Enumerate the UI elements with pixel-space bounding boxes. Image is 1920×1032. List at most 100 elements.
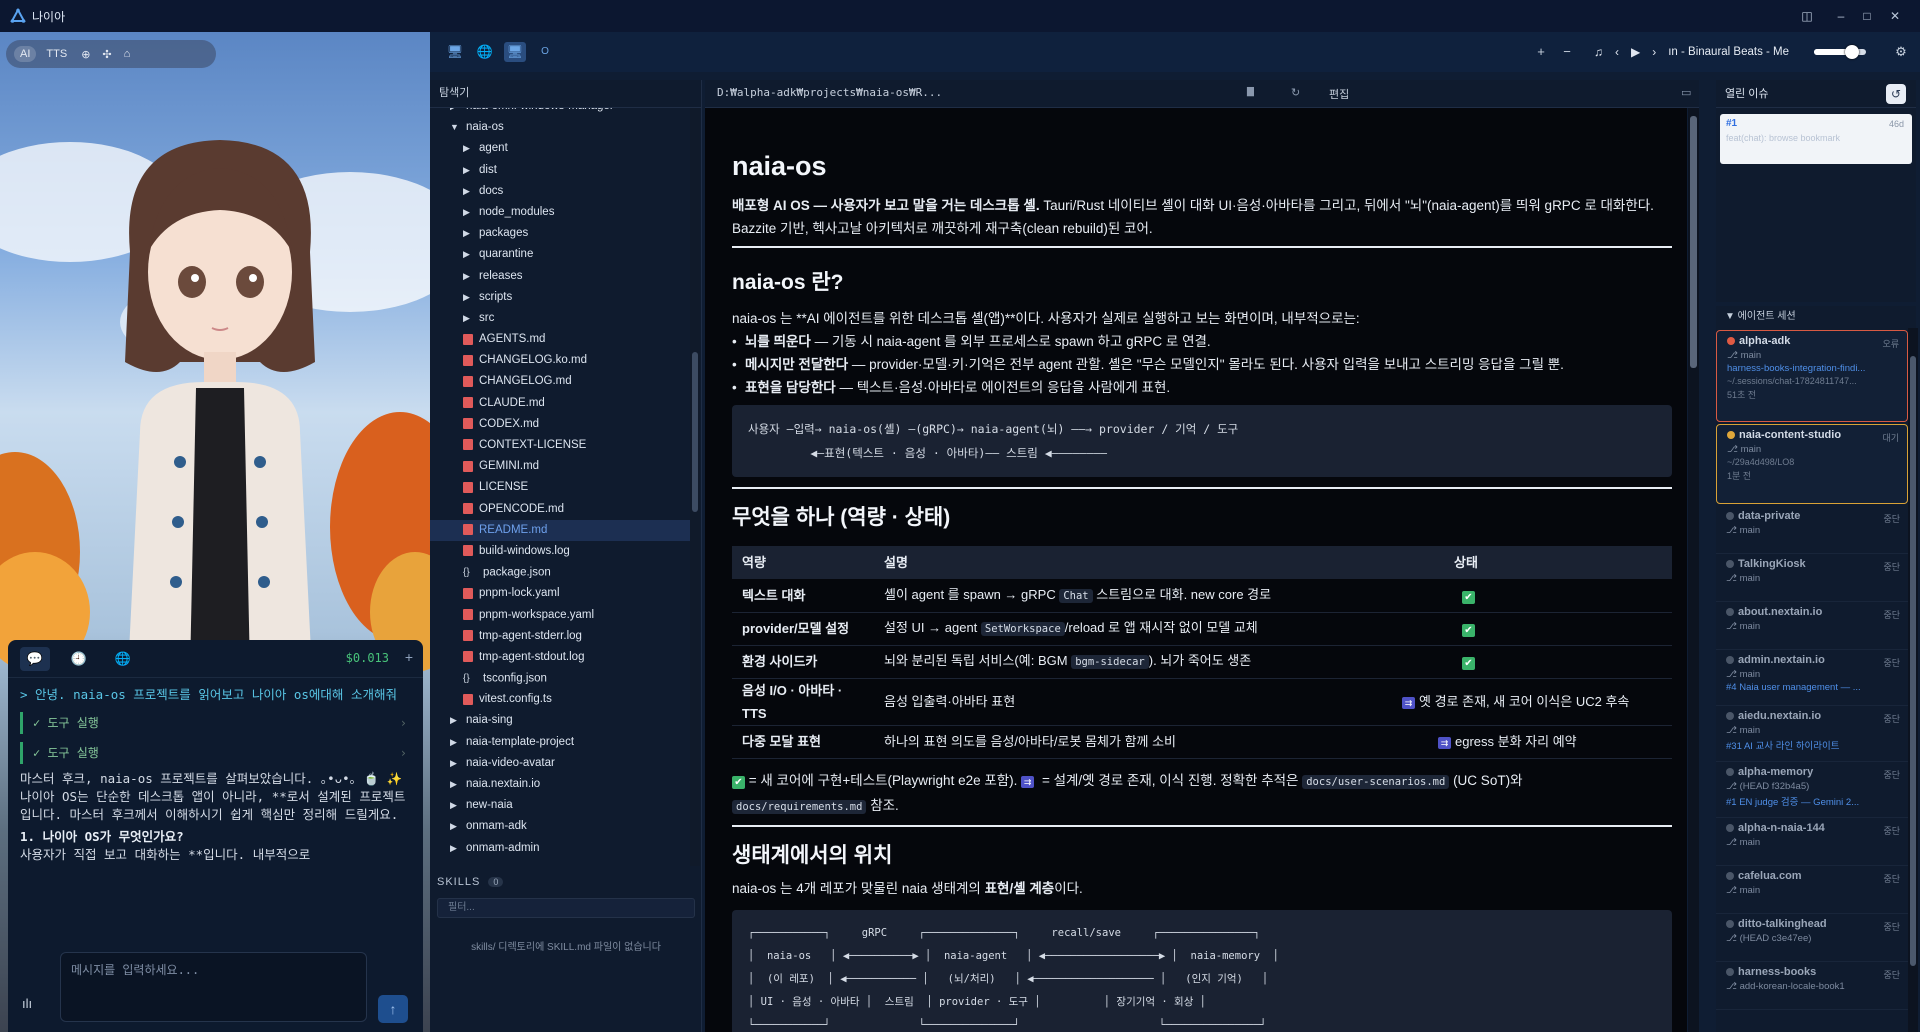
tree-item[interactable]: CONTEXT-LICENSE: [430, 435, 692, 456]
tree-item[interactable]: ▶ onmam-admin: [430, 838, 692, 859]
zoom-in-button[interactable]: +: [1530, 42, 1552, 62]
issue-card[interactable]: #1 46d feat(chat): browse bookmark: [1720, 114, 1912, 164]
tree-item[interactable]: README.md: [430, 519, 692, 541]
session-state: 중단: [1883, 826, 1900, 836]
prev-track-button[interactable]: ‹: [1615, 45, 1619, 59]
session-task-link[interactable]: #31 AI 교사 라인 하이라이트: [1726, 738, 1902, 752]
target-icon[interactable]: ⊕: [77, 46, 94, 63]
tree-item[interactable]: ▶ new-naia: [430, 795, 692, 816]
tree-item[interactable]: ▶ naia-sing: [430, 710, 692, 731]
tree-item[interactable]: ▼ naia-os: [430, 117, 692, 138]
tree-item[interactable]: ▶ quarantine: [430, 244, 692, 265]
tree-item[interactable]: CLAUDE.md: [430, 393, 692, 414]
home-icon[interactable]: ⌂: [120, 46, 135, 62]
tree-scroll-thumb[interactable]: [692, 352, 698, 512]
session-card[interactable]: harness-books 중단 ⎇ add-korean-locale-book1: [1716, 962, 1908, 1010]
tree-item[interactable]: ▶ scripts: [430, 287, 692, 308]
session-card[interactable]: alpha-memory 중단 ⎇ (HEAD f32b4a5) #1 EN judg…: [1716, 762, 1908, 818]
tree-item[interactable]: CHANGELOG.ko.md: [430, 350, 692, 371]
edit-button[interactable]: 편집: [1329, 86, 1349, 102]
tree-item[interactable]: tmp-agent-stderr.log: [430, 626, 692, 647]
tree-item[interactable]: ▶ dist: [430, 160, 692, 181]
file-icon: [463, 524, 473, 536]
play-button[interactable]: ▶: [1631, 45, 1640, 59]
session-card[interactable]: about.nextain.io 중단 ⎇ main: [1716, 602, 1908, 650]
tool-run-row[interactable]: ✓ 도구 실행 ›: [20, 742, 411, 764]
send-button[interactable]: ↑: [378, 995, 408, 1023]
new-chat-button[interactable]: +: [405, 649, 413, 665]
workspace-icon[interactable]: 🖥: [504, 42, 526, 62]
session-card[interactable]: TalkingKiosk 중단 ⎇ main: [1716, 554, 1908, 602]
tree-item[interactable]: ▶ releases: [430, 266, 692, 287]
tree-item[interactable]: CHANGELOG.md: [430, 371, 692, 392]
volume-slider[interactable]: [1814, 45, 1867, 59]
tts-mode-toggle[interactable]: TTS: [40, 46, 73, 62]
doc-scrollbar[interactable]: [1688, 108, 1699, 1032]
collapse-icon[interactable]: ▭: [1681, 86, 1691, 99]
music-note-icon[interactable]: ♫: [1594, 45, 1603, 59]
web-tab-icon[interactable]: 🌐: [108, 647, 138, 671]
volume-knob[interactable]: [1844, 45, 1859, 59]
tree-item[interactable]: ▶ naia.nextain.io: [430, 774, 692, 795]
tree-item[interactable]: tmp-agent-stdout.log: [430, 647, 692, 668]
session-card[interactable]: alpha-n-naia-144 중단 ⎇ main: [1716, 818, 1908, 866]
tree-item[interactable]: ▶ agent: [430, 138, 692, 159]
tree-item[interactable]: ▶ docs: [430, 181, 692, 202]
session-card[interactable]: admin.nextain.io 중단 ⎇ main #4 Naia user man…: [1716, 650, 1908, 706]
tree-item[interactable]: ▶ src: [430, 308, 692, 329]
session-card[interactable]: alpha-adk 오류 ⎇ main harness-books-integrati…: [1716, 330, 1908, 422]
tree-item[interactable]: pnpm-lock.yaml: [430, 583, 692, 604]
tree-scrollbar[interactable]: [690, 108, 700, 866]
tree-item[interactable]: GEMINI.md: [430, 456, 692, 477]
issues-panel: 열린 이슈 ↺ #1 46d feat(chat): browse bookma…: [1716, 80, 1916, 302]
tree-item[interactable]: ▶ naia-video-avatar: [430, 753, 692, 774]
sessions-scrollbar[interactable]: [1908, 328, 1918, 1032]
zoom-out-button[interactable]: −: [1556, 42, 1578, 62]
tree-item[interactable]: vitest.config.ts: [430, 689, 692, 710]
doc-scroll-thumb[interactable]: [1690, 116, 1697, 368]
browser-icon[interactable]: 🌐: [474, 42, 496, 62]
tree-item[interactable]: {} tsconfig.json: [430, 668, 692, 689]
minimize-button[interactable]: –: [1830, 6, 1852, 26]
tree-item[interactable]: OPENCODE.md: [430, 499, 692, 520]
session-task-link[interactable]: #4 Naia user management — ...: [1726, 682, 1902, 693]
tree-item[interactable]: ▶naia-omni-windows-manager: [430, 108, 692, 117]
tree-item[interactable]: ▶ node_modules: [430, 202, 692, 223]
copy-icon[interactable]: ▇: [1247, 86, 1254, 97]
o-icon[interactable]: O: [534, 42, 556, 62]
tree-item[interactable]: ▶ naia-template-project: [430, 732, 692, 753]
sessions-scroll-thumb[interactable]: [1910, 356, 1916, 966]
refresh-icon[interactable]: ↺: [1886, 84, 1906, 104]
next-track-button[interactable]: ›: [1652, 45, 1656, 59]
message-input[interactable]: 메시지를 입력하세요...: [60, 952, 367, 1022]
settings-icon[interactable]: ⚙: [1890, 42, 1912, 62]
ai-mode-toggle[interactable]: AI: [14, 46, 37, 62]
chat-tab-icon[interactable]: 💬: [20, 646, 50, 671]
session-card[interactable]: data-private 중단 ⎇ main: [1716, 506, 1908, 554]
tree-item[interactable]: ▶ packages: [430, 223, 692, 244]
session-card[interactable]: cafelua.com 중단 ⎇ main: [1716, 866, 1908, 914]
voice-wave-icon[interactable]: ılı: [22, 996, 44, 1012]
skills-filter-input[interactable]: 필터...: [437, 898, 695, 918]
move-icon[interactable]: ✣: [98, 46, 115, 63]
history-tab-icon[interactable]: 🕘: [64, 647, 94, 671]
session-card[interactable]: aiedu.nextain.io 중단 ⎇ main #31 AI 교사 라인 하이라…: [1716, 706, 1908, 762]
maximize-button[interactable]: □: [1856, 6, 1878, 26]
tree-item[interactable]: pnpm-workspace.yaml: [430, 605, 692, 626]
session-task-link[interactable]: #1 EN judge 검증 — Gemini 2...: [1726, 794, 1902, 808]
session-card[interactable]: ditto-talkinghead 중단 ⎇ (HEAD c3e47ee): [1716, 914, 1908, 962]
tree-item[interactable]: LICENSE: [430, 477, 692, 498]
tree-item[interactable]: AGENTS.md: [430, 329, 692, 350]
session-card[interactable]: naia-content-studio 대기 ⎇ main ~/29a4d498/LO…: [1716, 424, 1908, 504]
tree-item[interactable]: {} package.json: [430, 562, 692, 583]
desktop-icon[interactable]: 🖥: [444, 42, 466, 62]
tool-run-row[interactable]: ✓ 도구 실행 ›: [20, 712, 411, 734]
tree-item[interactable]: CODEX.md: [430, 414, 692, 435]
panel-toggle-icon[interactable]: ◫: [1796, 6, 1818, 26]
tree-item[interactable]: ▶ onmam-adk: [430, 816, 692, 837]
session-task-link[interactable]: harness-books-integration-findi...: [1727, 363, 1901, 374]
close-button[interactable]: ✕: [1884, 6, 1906, 26]
tree-item[interactable]: build-windows.log: [430, 541, 692, 562]
sessions-title[interactable]: ▼ 에이전트 세션: [1716, 306, 1916, 328]
refresh-icon[interactable]: ↻: [1291, 86, 1300, 99]
